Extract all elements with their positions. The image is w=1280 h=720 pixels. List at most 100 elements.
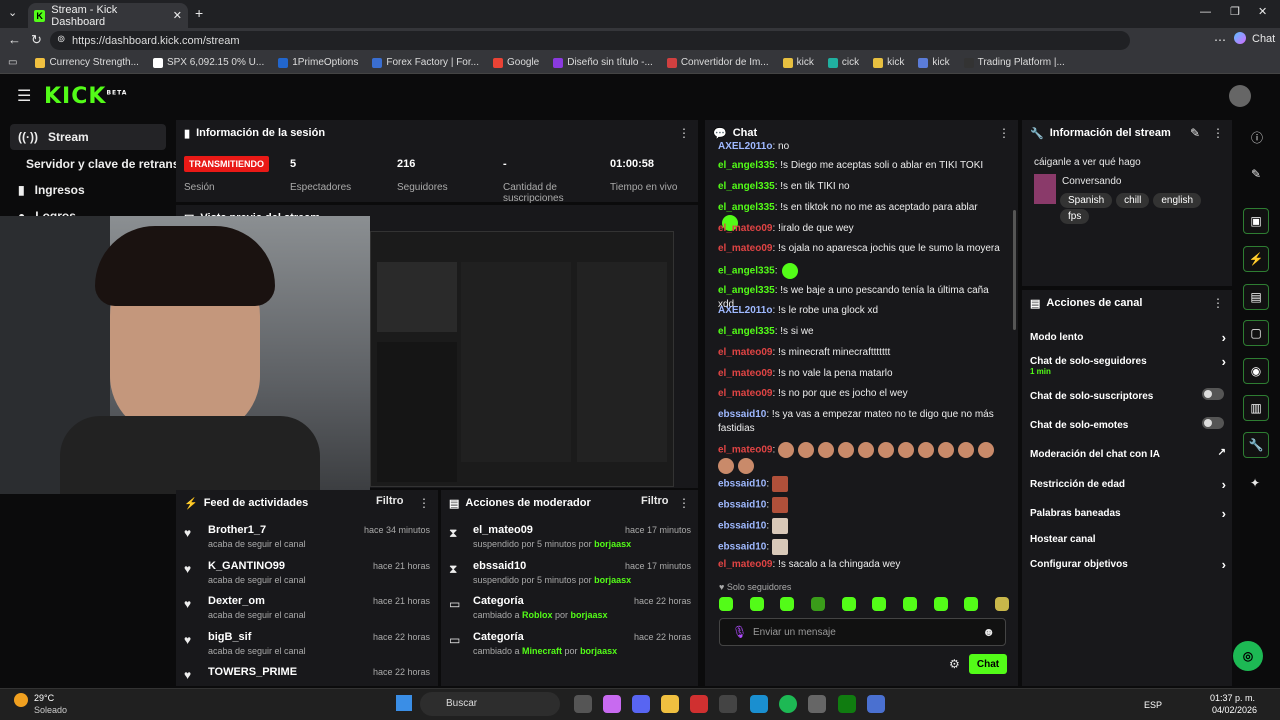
chat-username[interactable]: el_mateo09 <box>718 223 772 234</box>
moderator-name[interactable]: borjaasx <box>571 610 608 620</box>
chat-username[interactable]: el_mateo09 <box>718 243 772 254</box>
emote-icon[interactable] <box>719 597 733 611</box>
feed-filter-button[interactable]: Filtro <box>376 495 404 507</box>
app-icon[interactable] <box>808 695 826 713</box>
mod-action-title[interactable]: Categoría <box>473 595 524 607</box>
chat-username[interactable]: ebssaid10 <box>718 542 766 553</box>
bookmark-item[interactable]: Convertidor de Im... <box>666 57 769 68</box>
task-view-icon[interactable] <box>574 695 592 713</box>
file-explorer-icon[interactable] <box>661 695 679 713</box>
new-tab-icon[interactable]: + <box>195 5 203 21</box>
channel-action-item[interactable]: Palabras baneadas › <box>1030 506 1226 521</box>
chat-username[interactable]: el_angel335 <box>718 326 775 337</box>
emote-icon[interactable] <box>902 597 917 611</box>
chat-username[interactable]: el_angel335 <box>718 285 775 296</box>
close-tab-icon[interactable]: ✕ <box>173 9 182 22</box>
chat-username[interactable]: ebssaid10 <box>718 500 766 511</box>
feed-username[interactable]: K_GANTINO99 <box>208 560 285 572</box>
channel-action-item[interactable]: Moderación del chat con IA ↗ <box>1030 447 1226 460</box>
collections-icon[interactable]: ▭ <box>8 57 17 68</box>
stream-tag[interactable]: Spanish <box>1060 193 1113 208</box>
site-info-icon[interactable]: ⊚ <box>57 34 65 45</box>
mod-action-title[interactable]: Categoría <box>473 631 524 643</box>
feed-username[interactable]: Dexter_om <box>208 595 265 607</box>
chat-username[interactable]: el_mateo09 <box>718 388 772 399</box>
info-icon[interactable]: ⓘ <box>1251 129 1263 146</box>
bookmark-item[interactable]: Trading Platform |... <box>963 57 1065 68</box>
feed-username[interactable]: Brother1_7 <box>208 524 266 536</box>
menu-dots-icon[interactable]: ⋯ <box>1214 33 1226 47</box>
chat-username[interactable]: el_angel335 <box>718 202 775 213</box>
emote-icon[interactable] <box>964 597 979 611</box>
chat-username[interactable]: AXEL2011o <box>718 305 772 316</box>
toggle-switch[interactable] <box>1202 388 1224 400</box>
bookmark-item[interactable]: cick <box>827 57 859 68</box>
chat-username[interactable]: el_angel335 <box>718 266 775 277</box>
chat-username[interactable]: el_mateo09 <box>718 347 772 358</box>
spotify-icon[interactable] <box>779 695 797 713</box>
channel-action-item[interactable]: Hostear canal <box>1030 534 1226 545</box>
chat-username[interactable]: el_angel335 <box>718 160 775 171</box>
sidebar-item-stream[interactable]: ((·)) Stream <box>10 124 166 150</box>
bookmark-item[interactable]: Google <box>492 57 539 68</box>
clipboard-icon[interactable]: ▤ <box>1243 284 1269 310</box>
screen-icon[interactable]: ▣ <box>1243 208 1269 234</box>
more-options-icon[interactable]: ⋮ <box>678 126 690 140</box>
channel-action-item[interactable]: Restricción de edad › <box>1030 477 1226 492</box>
bookmark-item[interactable]: kick <box>918 57 950 68</box>
language-indicator[interactable]: ESP <box>1144 700 1162 710</box>
windows-start-icon[interactable] <box>396 695 412 711</box>
app-icon[interactable] <box>867 695 885 713</box>
chat-username[interactable]: ebssaid10 <box>718 479 766 490</box>
wrench-icon[interactable]: 🔧 <box>1243 432 1269 458</box>
chat-username[interactable]: el_angel335 <box>718 181 775 192</box>
emote-icon[interactable] <box>933 597 948 611</box>
hamburger-menu-icon[interactable]: ☰ <box>17 86 31 106</box>
more-options-icon[interactable]: ⋮ <box>678 496 690 510</box>
stream-tag[interactable]: chill <box>1116 193 1150 208</box>
channel-action-item[interactable]: Configurar objetivos › <box>1030 557 1226 572</box>
pencil-icon[interactable]: ✎ <box>1251 167 1261 181</box>
emote-icon[interactable] <box>780 597 795 611</box>
back-icon[interactable]: ← <box>8 32 21 47</box>
kick-logo[interactable]: KICKBETA <box>44 84 127 109</box>
emote-icon[interactable] <box>841 597 856 611</box>
bookmark-item[interactable]: Currency Strength... <box>35 57 139 68</box>
feed-username[interactable]: TOWERS_PRIME <box>208 666 297 678</box>
lightning-icon[interactable]: ⚡ <box>1243 246 1269 272</box>
send-chat-button[interactable]: Chat <box>969 654 1007 674</box>
edit-icon[interactable]: ✎ <box>1190 126 1200 140</box>
edge-icon[interactable] <box>750 695 768 713</box>
browser-tab[interactable]: K Stream - Kick Dashboard ✕ <box>28 3 188 28</box>
mic-icon[interactable]: 🎙 <box>732 625 747 639</box>
copilot-chat-label[interactable]: Chat <box>1252 33 1275 45</box>
bookmark-item[interactable]: kick <box>873 57 904 68</box>
emote-icon[interactable] <box>810 597 825 611</box>
emote-icon[interactable] <box>872 597 887 611</box>
toggle-switch[interactable] <box>1202 417 1224 429</box>
chat-username[interactable]: ebssaid10 <box>718 521 766 532</box>
sidebar-item-revenue[interactable]: ▮ Ingresos <box>10 177 166 203</box>
avatar[interactable] <box>1229 85 1251 107</box>
help-chat-icon[interactable]: ◎ <box>1233 641 1263 671</box>
more-options-icon[interactable]: ⋮ <box>1212 126 1224 140</box>
chat-scrollbar[interactable] <box>1013 210 1016 330</box>
channel-action-item[interactable]: Modo lento › <box>1030 330 1226 345</box>
more-options-icon[interactable]: ⋮ <box>998 126 1010 140</box>
chat-username[interactable]: el_mateo09 <box>718 368 772 379</box>
chat-username[interactable]: ebssaid10 <box>718 409 766 420</box>
app-icon[interactable] <box>603 695 621 713</box>
bookmark-item[interactable]: Forex Factory | For... <box>372 57 479 68</box>
moderator-name[interactable]: borjaasx <box>580 646 617 656</box>
copilot-icon[interactable] <box>1234 32 1246 44</box>
chat-input[interactable]: 🎙 Enviar un mensaje ☻ <box>719 618 1006 646</box>
feed-username[interactable]: bigB_sif <box>208 631 251 643</box>
bookmark-item[interactable]: Diseño sin título -... <box>553 57 653 68</box>
mod-action-title[interactable]: ebssaid10 <box>473 560 526 572</box>
bookmark-item[interactable]: kick <box>782 57 814 68</box>
mod-filter-button[interactable]: Filtro <box>641 495 669 507</box>
channel-action-item[interactable]: Chat de solo-seguidores 1 min › <box>1030 354 1226 376</box>
url-field[interactable]: ⊚ https://dashboard.kick.com/stream <box>50 31 1130 50</box>
stream-tag[interactable]: fps <box>1060 209 1090 224</box>
emoji-icon[interactable]: ☻ <box>982 625 995 639</box>
